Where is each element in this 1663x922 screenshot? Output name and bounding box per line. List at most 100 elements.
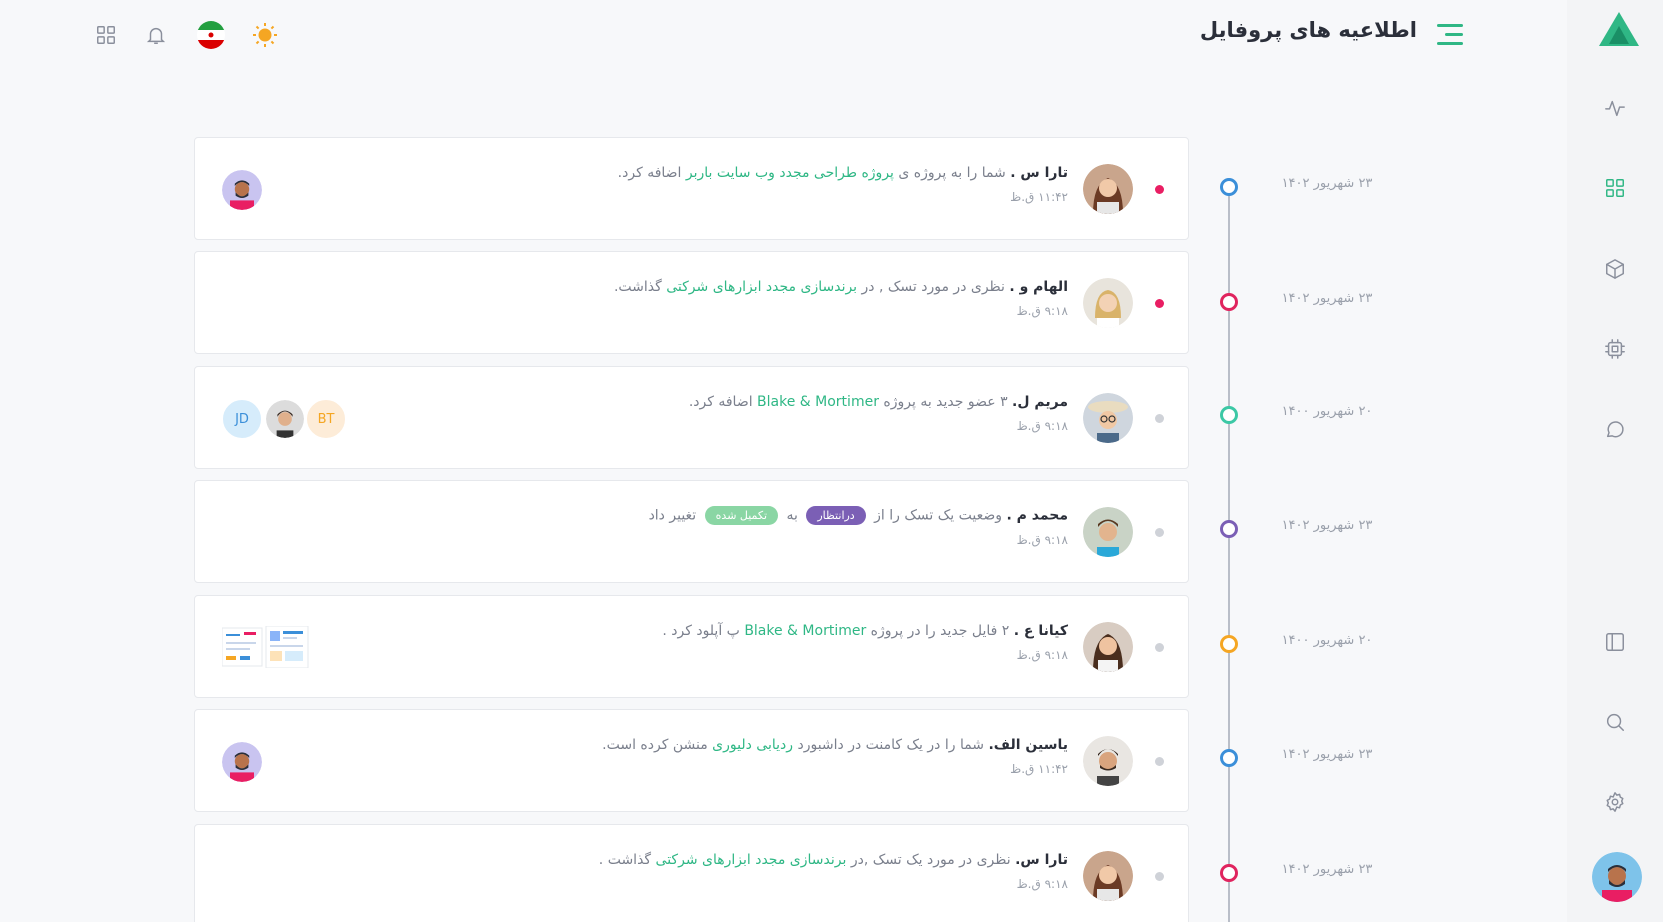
notification-card[interactable]: کیانا ع . ۲ فایل جدید را در پروژه Blake …: [194, 595, 1189, 698]
avatar: [1083, 507, 1133, 557]
notification-text: یاسین الف. شما را در یک کامنت در داشبورد…: [602, 737, 1068, 753]
project-link[interactable]: Blake & Mortimer: [757, 394, 879, 410]
layout-panel-icon: [1606, 633, 1624, 651]
language-button[interactable]: [196, 20, 226, 50]
message-text: گذاشت.: [613, 279, 667, 295]
message-text: ۲ فایل جدید را در پروژه: [866, 623, 1014, 639]
message-text: شما را در یک کامنت در داشبورد: [793, 737, 989, 753]
actor-name[interactable]: تارا س .: [1010, 165, 1068, 181]
chat-bubble-icon: [1606, 421, 1624, 438]
timeline-date: ۲۰ شهریور ۱۴۰۰: [1281, 404, 1373, 419]
page-title: اطلاعیه های پروفایل: [1199, 18, 1417, 42]
notification-time: ۹:۱۸ ق.ظ: [1016, 304, 1068, 318]
member-initials: BT: [305, 398, 347, 440]
sidebar-item-layout[interactable]: [1602, 629, 1628, 655]
timeline-dot: [1220, 293, 1238, 311]
dashboard-grid-icon: [1606, 179, 1624, 197]
settings-gear-icon: [1606, 792, 1624, 812]
unread-indicator: [1155, 185, 1164, 194]
avatar: [1083, 622, 1133, 672]
notification-text: الهام و . نظری در مورد تسک , در برندسازی…: [614, 279, 1068, 295]
menu-bar: [1445, 33, 1463, 36]
notification-card[interactable]: مریم ل. ۳ عضو جدید به پروژه Blake & Mort…: [194, 366, 1189, 469]
message-text: وضعیت یک تسک را از: [869, 507, 1007, 524]
message-text: تغییر داد: [648, 507, 701, 524]
sidebar-item-hardware[interactable]: [1602, 336, 1628, 362]
sidebar-item-activity[interactable]: [1602, 95, 1628, 121]
project-link[interactable]: ردیابی دلیوری: [712, 737, 793, 753]
notification-text: تارا س . شما را به پروژه ی پروژه طراحی م…: [618, 165, 1068, 181]
timeline-dot: [1220, 749, 1238, 767]
timeline-date: ۲۳ شهریور ۱۴۰۲: [1281, 291, 1373, 306]
avatar: [222, 742, 262, 782]
apps-grid-icon: [97, 26, 115, 44]
cpu-chip-icon: [1605, 339, 1625, 359]
app-logo[interactable]: [1597, 10, 1641, 48]
timeline-dot: [1220, 406, 1238, 424]
notification-time: ۱۱:۴۲ ق.ظ: [1010, 762, 1068, 776]
cube-icon: [1606, 259, 1624, 279]
avatar: [1083, 278, 1133, 328]
notification-time: ۱۱:۴۲ ق.ظ: [1010, 190, 1068, 204]
sidebar-item-products[interactable]: [1602, 256, 1628, 282]
timeline-dot: [1220, 864, 1238, 882]
actor-name[interactable]: الهام و .: [1009, 279, 1068, 295]
message-text: اضافه کرد.: [688, 394, 758, 410]
avatar: [1083, 164, 1133, 214]
actor-name[interactable]: کیانا ع .: [1014, 623, 1068, 639]
member-initials: JD: [221, 398, 263, 440]
notification-text: مریم ل. ۳ عضو جدید به پروژه Blake & Mort…: [689, 394, 1068, 410]
message-text: پ آپلود کرد .: [662, 623, 745, 639]
activity-icon: [1605, 100, 1625, 117]
sidebar-item-settings[interactable]: [1602, 789, 1628, 815]
apps-grid-button[interactable]: [91, 20, 121, 50]
project-link[interactable]: برندسازی مجدد ابزارهای شرکتی: [656, 852, 847, 868]
project-link[interactable]: پروژه طراحی مجدد وب سایت باربر: [686, 165, 894, 181]
menu-bar: [1437, 42, 1463, 45]
actor-name[interactable]: مریم ل.: [1012, 394, 1068, 410]
user-avatar[interactable]: [1592, 852, 1642, 902]
timeline-date: ۲۳ شهریور ۱۴۰۲: [1281, 747, 1373, 762]
avatar: [1083, 851, 1133, 901]
iran-flag-icon: [197, 21, 225, 49]
message-text: منشن کرده است.: [602, 737, 713, 753]
project-link[interactable]: برندسازی مجدد ابزارهای شرکتی: [666, 279, 857, 295]
avatar: [1083, 736, 1133, 786]
notification-card[interactable]: یاسین الف. شما را در یک کامنت در داشبورد…: [194, 709, 1189, 812]
status-badge-pending: درانتظار: [806, 506, 866, 525]
sidebar-item-chat[interactable]: [1602, 416, 1628, 442]
timeline-date: ۲۳ شهریور ۱۴۰۲: [1281, 862, 1373, 877]
menu-toggle-button[interactable]: [1435, 22, 1463, 48]
message-text: اضافه کرد.: [617, 165, 686, 181]
notification-card[interactable]: محمد م . وضعیت یک تسک را از درانتظار به …: [194, 480, 1189, 583]
actor-name[interactable]: محمد م .: [1006, 508, 1068, 524]
notification-card[interactable]: تارا س. نظری در مورد یک تسک ,در برندسازی…: [194, 824, 1189, 922]
theme-toggle-button[interactable]: [250, 20, 280, 50]
notification-card[interactable]: الهام و . نظری در مورد تسک , در برندسازی…: [194, 251, 1189, 354]
avatar: [264, 398, 306, 440]
read-indicator: [1155, 872, 1164, 881]
notification-time: ۹:۱۸ ق.ظ: [1016, 533, 1068, 547]
notifications-button[interactable]: [141, 20, 171, 50]
actor-name[interactable]: یاسین الف.: [988, 737, 1068, 753]
file-thumbnails[interactable]: [222, 626, 309, 668]
notification-text: محمد م . وضعیت یک تسک را از درانتظار به …: [649, 506, 1068, 525]
avatar: [1083, 393, 1133, 443]
read-indicator: [1155, 643, 1164, 652]
notification-card[interactable]: تارا س . شما را به پروژه ی پروژه طراحی م…: [194, 137, 1189, 240]
read-indicator: [1155, 528, 1164, 537]
message-text: شما را به پروژه ی: [893, 165, 1011, 181]
bell-icon: [146, 27, 166, 44]
notification-time: ۹:۱۸ ق.ظ: [1016, 419, 1068, 433]
read-indicator: [1155, 757, 1164, 766]
actor-name[interactable]: تارا س.: [1015, 852, 1068, 868]
timeline-date: ۲۰ شهریور ۱۴۰۰: [1281, 633, 1373, 648]
sidebar-item-dashboard[interactable]: [1602, 175, 1628, 201]
message-text: ۳ عضو جدید به پروژه: [878, 394, 1013, 410]
notification-time: ۹:۱۸ ق.ظ: [1016, 877, 1068, 891]
timeline-date: ۲۳ شهریور ۱۴۰۲: [1281, 176, 1373, 191]
timeline-dot: [1220, 635, 1238, 653]
sidebar-item-search[interactable]: [1602, 709, 1628, 735]
timeline-date: ۲۳ شهریور ۱۴۰۲: [1281, 518, 1373, 533]
project-link[interactable]: Blake & Mortimer: [744, 623, 866, 639]
